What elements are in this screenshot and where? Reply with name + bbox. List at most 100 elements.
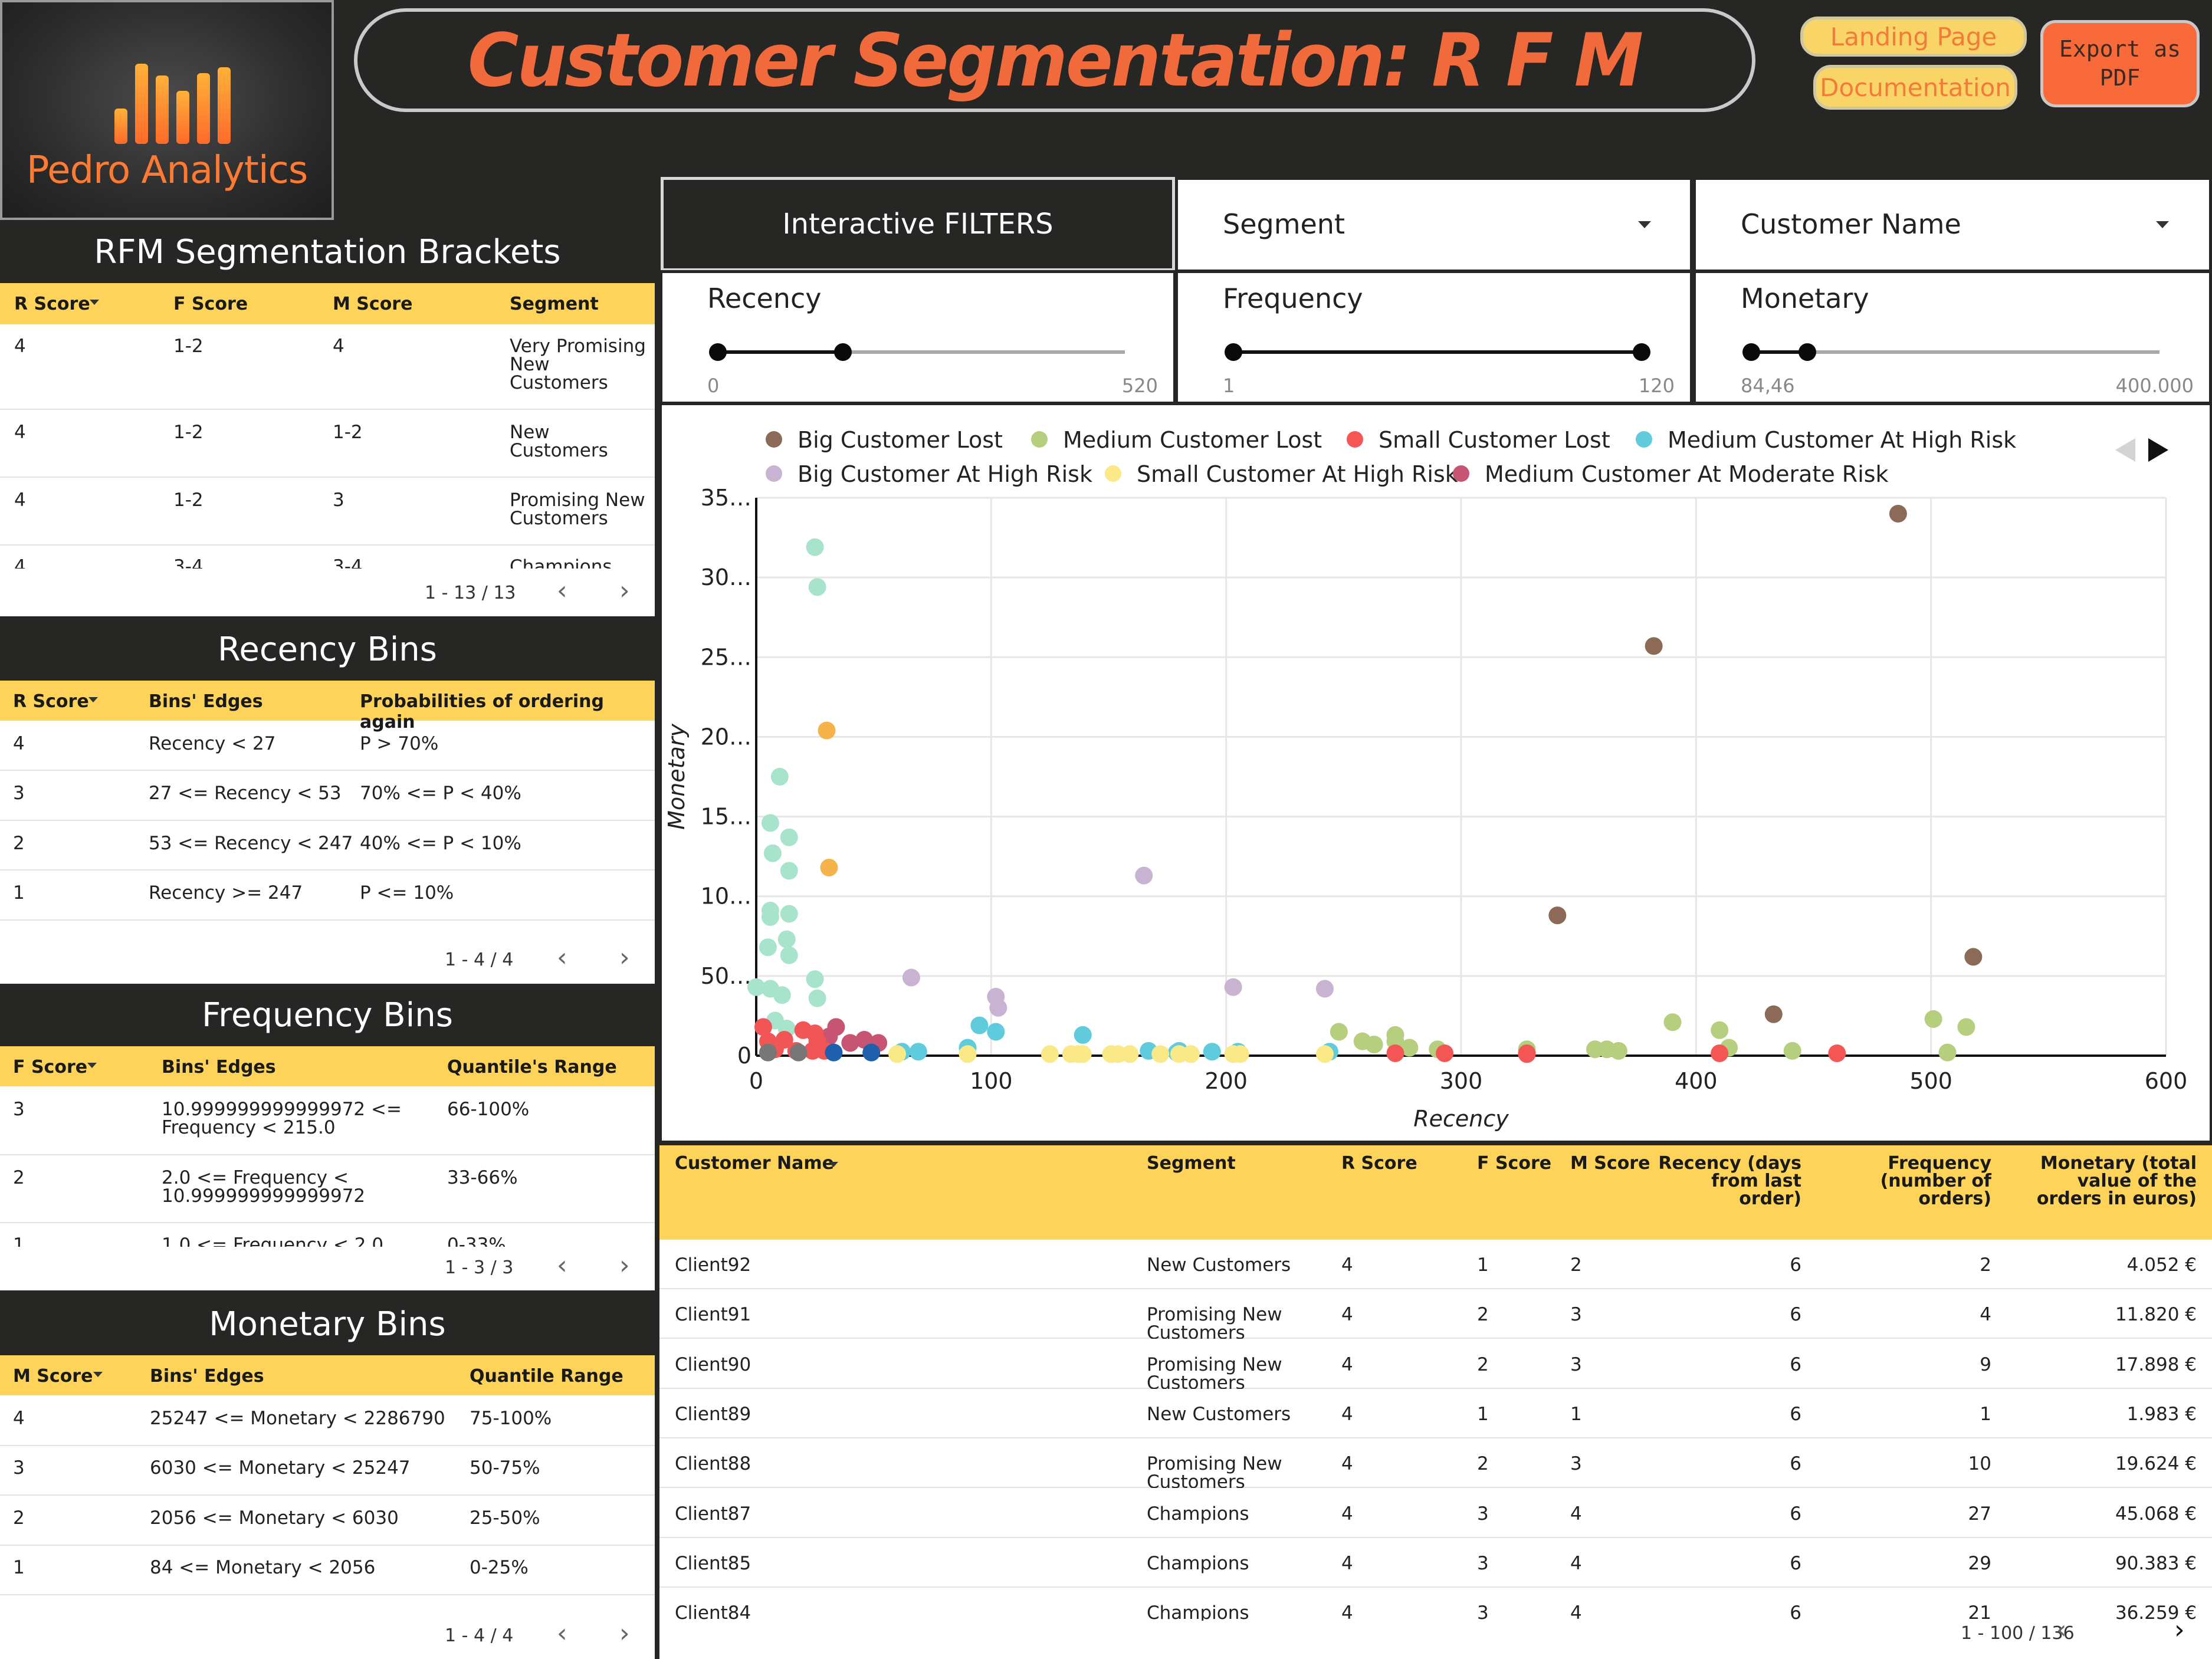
legend-label[interactable]: Big Customer At High Risk [797, 461, 1092, 487]
slider-max-handle[interactable] [834, 343, 852, 361]
chevron-right-icon[interactable]: › [619, 945, 630, 971]
legend-label[interactable]: Medium Customer At High Risk [1668, 427, 2016, 453]
column-header-monetary[interactable]: Monetary (total value of the orders in e… [2037, 1155, 2197, 1208]
table-row[interactable]: Client90 Promising New Customers 4 2 3 6 9 17.8… [659, 1339, 2212, 1389]
data-point[interactable] [1203, 1043, 1221, 1061]
data-point[interactable] [888, 1045, 906, 1063]
chevron-left-icon[interactable]: ‹ [557, 578, 567, 604]
data-point[interactable] [808, 578, 826, 596]
data-point[interactable] [1315, 980, 1334, 998]
monetary-range-slider[interactable] [1742, 343, 2160, 361]
slider-min-handle[interactable] [1225, 343, 1242, 361]
legend-label[interactable]: Small Customer At High Risk [1137, 461, 1458, 487]
slider-max-handle[interactable] [1633, 343, 1650, 361]
data-point[interactable] [806, 538, 824, 556]
column-header-m-score[interactable]: M Score [333, 294, 412, 314]
legend-label[interactable]: Medium Customer At Moderate Risk [1485, 461, 1889, 487]
slider-min-handle[interactable] [1742, 343, 1760, 361]
landing-page-button[interactable]: Landing Page [1800, 17, 2027, 57]
data-point[interactable] [1889, 505, 1907, 523]
data-point[interactable] [759, 1043, 777, 1062]
column-header-bins-edges[interactable]: Bins' Edges [162, 1057, 276, 1077]
data-point[interactable] [780, 946, 798, 964]
data-point[interactable] [1924, 1010, 1942, 1028]
data-point[interactable] [759, 938, 777, 957]
data-point[interactable] [1330, 1023, 1348, 1041]
data-point[interactable] [780, 905, 798, 923]
data-point[interactable] [820, 859, 838, 877]
column-header-quantile-range[interactable]: Quantile Range [470, 1366, 623, 1387]
legend-marker[interactable] [1453, 465, 1469, 482]
data-point[interactable] [1609, 1042, 1627, 1060]
frequency-range-slider[interactable] [1225, 343, 1650, 361]
legend-marker[interactable] [1347, 431, 1363, 448]
data-point[interactable] [902, 968, 920, 987]
table-row[interactable]: Client84 Champions 4 3 4 6 21 36.259 € [659, 1588, 2212, 1621]
column-header-m-score[interactable]: M Score [1570, 1155, 1650, 1172]
chevron-left-icon[interactable]: ‹ [557, 945, 567, 971]
column-header-probabilities[interactable]: Probabilities of ordering again [360, 691, 655, 732]
data-point[interactable] [987, 1023, 1005, 1041]
export-pdf-button[interactable]: Export as PDF [2040, 20, 2200, 107]
slider-max-handle[interactable] [1799, 343, 1817, 361]
legend-marker[interactable] [1105, 465, 1121, 482]
legend-label[interactable]: Small Customer Lost [1379, 427, 1610, 453]
data-point[interactable] [1663, 1013, 1682, 1031]
column-header-r-score[interactable]: R Score [14, 294, 90, 314]
data-point[interactable] [1645, 637, 1663, 655]
column-header-frequency[interactable]: Frequency (number of orders) [1880, 1155, 1991, 1208]
column-header-bins-edges[interactable]: Bins' Edges [150, 1366, 264, 1387]
data-point[interactable] [1783, 1042, 1801, 1060]
legend-label[interactable]: Medium Customer Lost [1063, 427, 1322, 453]
table-row[interactable]: Client87 Champions 4 3 4 6 27 45.068 € [659, 1489, 2212, 1538]
column-header-f-score[interactable]: F Score [13, 1057, 87, 1077]
data-point[interactable] [1938, 1043, 1957, 1062]
legend-label[interactable]: Big Customer Lost [797, 427, 1003, 453]
data-point[interactable] [1964, 948, 1983, 966]
column-header-f-score[interactable]: F Score [173, 294, 248, 314]
data-point[interactable] [773, 986, 791, 1004]
data-point[interactable] [862, 1043, 881, 1062]
data-point[interactable] [808, 989, 826, 1007]
data-point[interactable] [989, 998, 1007, 1017]
column-header-recency[interactable]: Recency (days from last order) [1658, 1155, 1801, 1208]
table-row[interactable]: Client88 Promising New Customers 4 2 3 6 10 19.… [659, 1438, 2212, 1489]
chevron-right-icon[interactable]: › [619, 578, 630, 604]
data-point[interactable] [1764, 1005, 1783, 1023]
customer-name-dropdown[interactable]: Customer Name [1693, 177, 2212, 272]
legend-next-icon[interactable] [2148, 438, 2168, 462]
data-point[interactable] [909, 1043, 927, 1061]
table-row[interactable]: Client85 Champions 4 3 4 6 29 90.383 € [659, 1538, 2212, 1588]
legend-prev-icon[interactable] [2115, 438, 2135, 462]
column-header-quantile-range[interactable]: Quantile's Range [447, 1057, 617, 1077]
data-point[interactable] [1548, 906, 1567, 925]
data-point[interactable] [761, 908, 779, 926]
table-row[interactable]: Client91 Promising New Customers 4 2 3 6 4 11.8… [659, 1289, 2212, 1339]
column-header-r-score[interactable]: R Score [1341, 1155, 1417, 1172]
chevron-left-icon[interactable]: ‹ [557, 1253, 567, 1279]
legend-marker[interactable] [766, 465, 782, 482]
table-row[interactable]: Client92 New Customers 4 1 2 6 2 4.052 € [659, 1240, 2212, 1289]
data-point[interactable] [1151, 1045, 1170, 1063]
data-point[interactable] [789, 1043, 808, 1062]
column-header-segment[interactable]: Segment [510, 294, 599, 314]
data-point[interactable] [1518, 1045, 1536, 1063]
data-point[interactable] [1436, 1044, 1454, 1062]
data-point[interactable] [1135, 866, 1153, 885]
chevron-right-icon[interactable]: › [619, 1621, 630, 1647]
column-header-m-score[interactable]: M Score [13, 1366, 93, 1387]
data-point[interactable] [1182, 1045, 1200, 1063]
data-point[interactable] [780, 828, 798, 846]
data-point[interactable] [959, 1045, 977, 1063]
data-point[interactable] [777, 930, 796, 948]
recency-range-slider[interactable] [709, 343, 1125, 361]
slider-min-handle[interactable] [709, 343, 727, 361]
data-point[interactable] [1828, 1044, 1846, 1062]
legend-marker[interactable] [1636, 431, 1652, 448]
data-point[interactable] [1957, 1018, 1975, 1036]
data-point[interactable] [770, 768, 789, 786]
column-header-r-score[interactable]: R Score [13, 691, 89, 712]
chevron-left-icon[interactable]: ‹ [2056, 1617, 2067, 1643]
data-point[interactable] [1365, 1036, 1383, 1054]
data-point[interactable] [1386, 1044, 1404, 1062]
